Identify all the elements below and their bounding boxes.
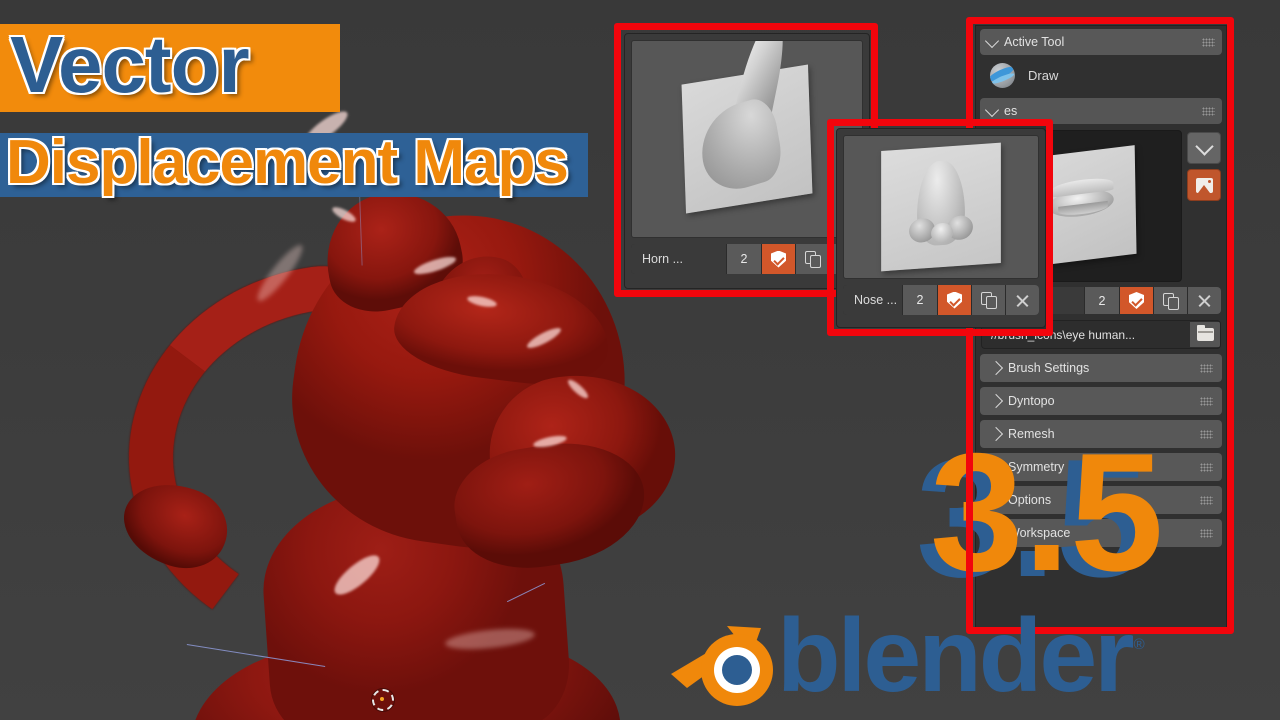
3d-cursor-icon [372,689,394,711]
blender-mark-icon [665,600,785,712]
blender-wordmark: blender [777,598,1135,714]
page-title-line2: Displacement Maps [6,128,569,197]
screenshot-root: Active Tool Draw es 2 //brush_icons\eye … [0,0,1280,720]
page-title-line1: Vector [10,20,250,109]
registered-mark: ® [1133,636,1145,653]
highlight-box-nose [827,119,1053,336]
blender-logo: blender ® [665,600,1145,712]
